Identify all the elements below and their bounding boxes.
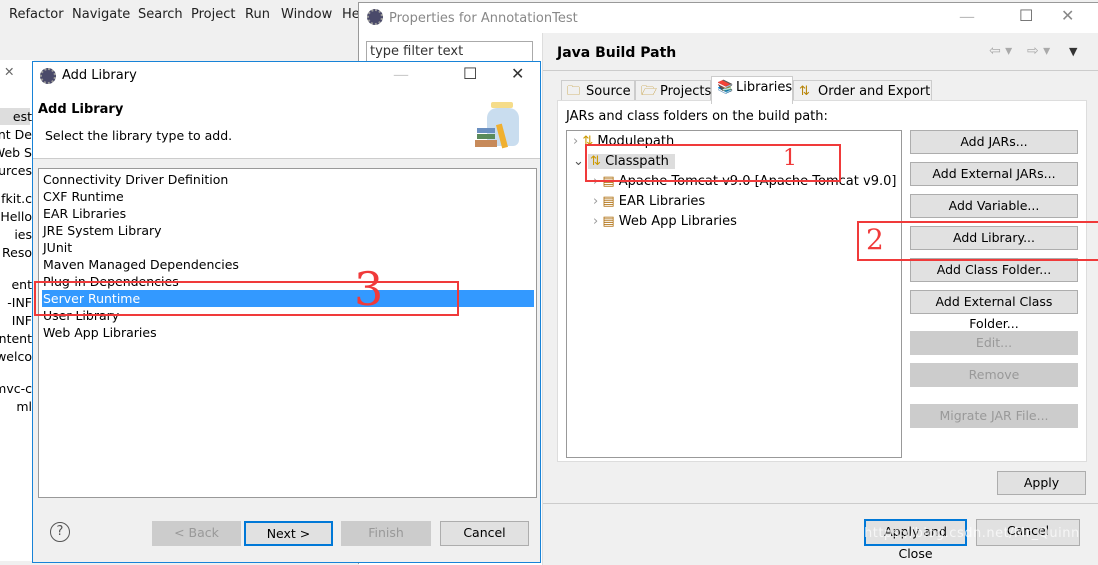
explorer-item[interactable]: ml	[0, 398, 32, 416]
view-menu-icon[interactable]: ▼	[1069, 45, 1077, 58]
tab-libraries[interactable]: 📚 Libraries	[711, 76, 793, 104]
library-icon: ▤	[602, 194, 615, 209]
menu-window[interactable]: Window	[281, 7, 332, 22]
separator	[543, 503, 1098, 504]
back-nav-icon[interactable]: ⇦ ▾	[989, 43, 1012, 59]
package-explorer: ✕ est ent De Web S ources g.fkit.c Hello…	[0, 60, 34, 561]
watermark: https://blog.csdn.net/Mr_Quinn	[864, 526, 1080, 541]
eclipse-icon	[40, 68, 56, 84]
explorer-item[interactable]: mvc-c	[0, 380, 32, 398]
explorer-item[interactable]: ent De	[0, 126, 32, 144]
migrate-jar-button[interactable]: Migrate JAR File...	[910, 404, 1078, 428]
dialog-header: Add Library Select the library type to a…	[33, 90, 540, 159]
dialog-title: Add Library	[62, 68, 137, 83]
page-title: Java Build Path	[557, 45, 677, 61]
add-jars-button[interactable]: Add JARs...	[910, 130, 1078, 154]
close-view-icon[interactable]: ✕	[4, 64, 14, 79]
add-external-jars-button[interactable]: Add External JARs...	[910, 162, 1078, 186]
folder-icon: 🗁	[641, 84, 658, 99]
menu-run[interactable]: Run	[245, 7, 270, 22]
menu-navigate[interactable]: Navigate	[72, 7, 130, 22]
eclipse-icon	[367, 9, 383, 25]
explorer-item[interactable]: welco	[0, 348, 32, 366]
explorer-item[interactable]: est	[0, 108, 32, 126]
annotation-box-2	[857, 221, 1098, 261]
help-icon[interactable]: ?	[50, 522, 70, 542]
back-button[interactable]: < Back	[152, 521, 241, 546]
list-item[interactable]: Maven Managed Dependencies	[42, 256, 534, 273]
explorer-item[interactable]: ent	[0, 276, 32, 294]
apply-button[interactable]: Apply	[997, 471, 1086, 495]
list-item[interactable]: JRE System Library	[42, 222, 534, 239]
library-jar-icon	[473, 102, 531, 154]
forward-nav-icon[interactable]: ⇨ ▾	[1027, 43, 1050, 59]
explorer-item[interactable]: Hello	[0, 208, 32, 226]
order-icon: ⇅	[799, 84, 810, 99]
minimize-button[interactable]: —	[393, 65, 409, 84]
explorer-item[interactable]: ources	[0, 162, 32, 180]
close-button[interactable]: ✕	[1061, 6, 1074, 25]
library-icon: 📚	[717, 80, 734, 95]
list-item[interactable]: Connectivity Driver Definition	[42, 171, 534, 188]
explorer-item[interactable]: -INF	[0, 294, 32, 312]
properties-title: Properties for AnnotationTest	[389, 11, 578, 26]
finish-button[interactable]: Finish	[341, 521, 431, 546]
library-type-list[interactable]: Connectivity Driver Definition CXF Runti…	[38, 168, 537, 498]
chevron-down-icon: ⌄	[573, 154, 584, 169]
list-item[interactable]: JUnit	[42, 239, 534, 256]
menu-project[interactable]: Project	[191, 7, 235, 22]
close-button[interactable]: ✕	[511, 64, 524, 83]
explorer-items: est ent De Web S ources g.fkit.c Hello i…	[0, 108, 32, 416]
library-icon: ▤	[602, 214, 615, 229]
dialog-heading: Add Library	[38, 102, 124, 117]
filter-input[interactable]: type filter text	[366, 41, 533, 62]
tree-item-ear-libraries[interactable]: › ▤ EAR Libraries	[593, 192, 705, 211]
list-item[interactable]: EAR Libraries	[42, 205, 534, 222]
explorer-item[interactable]: t Reso	[0, 244, 32, 262]
list-item[interactable]: CXF Runtime	[42, 188, 534, 205]
explorer-item[interactable]: ntent	[0, 330, 32, 348]
tree-label: JARs and class folders on the build path…	[566, 109, 828, 124]
add-variable-button[interactable]: Add Variable...	[910, 194, 1078, 218]
add-class-folder-button[interactable]: Add Class Folder...	[910, 258, 1078, 282]
dialog-description: Select the library type to add.	[45, 128, 233, 143]
menu-refactor[interactable]: Refactor	[9, 7, 64, 22]
menu-search[interactable]: Search	[138, 7, 183, 22]
chevron-right-icon: ›	[593, 214, 599, 229]
tree-item-web-app-libraries[interactable]: › ▤ Web App Libraries	[593, 212, 737, 231]
explorer-item[interactable]: INF	[0, 312, 32, 330]
annotation-box-3	[34, 281, 459, 316]
annotation-box-1	[585, 144, 841, 182]
annotation-number-3: 3	[354, 262, 384, 316]
list-item[interactable]: Web App Libraries	[42, 324, 534, 341]
explorer-item[interactable]: g.fkit.c	[0, 190, 32, 208]
chevron-right-icon: ›	[573, 134, 579, 149]
remove-button[interactable]: Remove	[910, 363, 1078, 387]
dialog-title-bar: Add Library — ☐ ✕	[33, 62, 540, 90]
annotation-number-2: 2	[866, 223, 884, 256]
source-folder-icon: 🗀	[567, 84, 581, 99]
cancel-button[interactable]: Cancel	[440, 521, 529, 546]
edit-button[interactable]: Edit...	[910, 331, 1078, 355]
next-button[interactable]: Next >	[244, 521, 333, 546]
annotation-number-1: 1	[783, 146, 797, 171]
maximize-button[interactable]: ☐	[463, 64, 477, 83]
properties-title-bar: Properties for AnnotationTest — ☐ ✕	[359, 3, 1098, 33]
add-external-class-folder-button[interactable]: Add External Class Folder...	[910, 290, 1078, 331]
minimize-button[interactable]: —	[959, 7, 975, 26]
toolbar: ▣ ⊘ ▷ ❚❚ ■ ⋔ ↴ ↷ ↗ ≡ ⇉ ✱ ▼ ▶	[0, 30, 360, 80]
explorer-item[interactable]: ies	[0, 226, 32, 244]
explorer-item[interactable]: Web S	[0, 144, 32, 162]
chevron-right-icon: ›	[593, 194, 599, 209]
separator	[543, 70, 1098, 71]
menu-bar: Refactor Navigate Search Project Run Win…	[0, 0, 360, 30]
maximize-button[interactable]: ☐	[1019, 6, 1033, 25]
